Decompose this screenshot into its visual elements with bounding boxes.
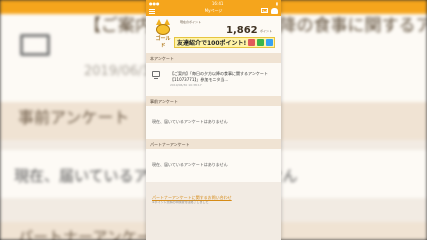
section-current-surveys: 本アンケート xyxy=(146,53,281,63)
monitor-icon xyxy=(152,71,160,79)
bg-section-pre-label: 事前アンケート xyxy=(18,108,130,127)
battery-icon: ▮ xyxy=(275,0,278,6)
pre-surveys-empty: 現在、届いているアンケートはありません xyxy=(146,106,281,139)
banner-text: 友達紹介で100ポイント! xyxy=(177,40,247,47)
points-value: 1,862 xyxy=(226,25,258,36)
share-line-icon[interactable] xyxy=(257,39,265,46)
referral-banner[interactable]: 友達紹介で100ポイント! xyxy=(174,37,275,48)
bg-monitor-icon xyxy=(20,34,50,56)
status-time: 16:41 xyxy=(211,0,224,6)
navbar: Myページ xyxy=(146,6,281,16)
signal-icon: ●●● xyxy=(149,0,160,6)
survey-title: 【ご案内】「毎日の夕方以降の食事に関するアンケート【11073771】」参加モニ… xyxy=(170,71,268,82)
phone-screen: ●●● 16:41 ▮ Myページ ゴールド 現在のポイント 1,862 ポイン… xyxy=(146,0,281,240)
survey-list-item[interactable]: 【ご案内】「毎日の夕方以降の食事に関するアンケート【11073771】」参加モニ… xyxy=(146,63,281,96)
mascot-icon: ゴールド xyxy=(154,19,172,49)
survey-date: 2019/06/30 10:38:17 xyxy=(170,83,202,87)
footer-note: ※ポイント交換の申請受付は終了しました xyxy=(152,200,209,204)
share-mail-icon[interactable] xyxy=(248,39,256,46)
points-caption: 現在のポイント xyxy=(180,20,202,24)
share-twitter-icon[interactable] xyxy=(266,39,274,46)
points-unit: ポイント xyxy=(260,29,273,33)
bg-section-partner-label: パートナーアンケート xyxy=(18,228,167,240)
mail-icon[interactable] xyxy=(261,8,268,13)
section-partner-surveys: パートナーアンケート xyxy=(146,139,281,149)
points-card: ゴールド 現在のポイント 1,862 ポイント 友達紹介で100ポイント! xyxy=(146,16,281,53)
mascot-rank: ゴールド xyxy=(155,36,171,49)
section-pre-surveys: 事前アンケート xyxy=(146,96,281,106)
partner-surveys-empty: 現在、届いているアンケートはありません xyxy=(146,149,281,182)
